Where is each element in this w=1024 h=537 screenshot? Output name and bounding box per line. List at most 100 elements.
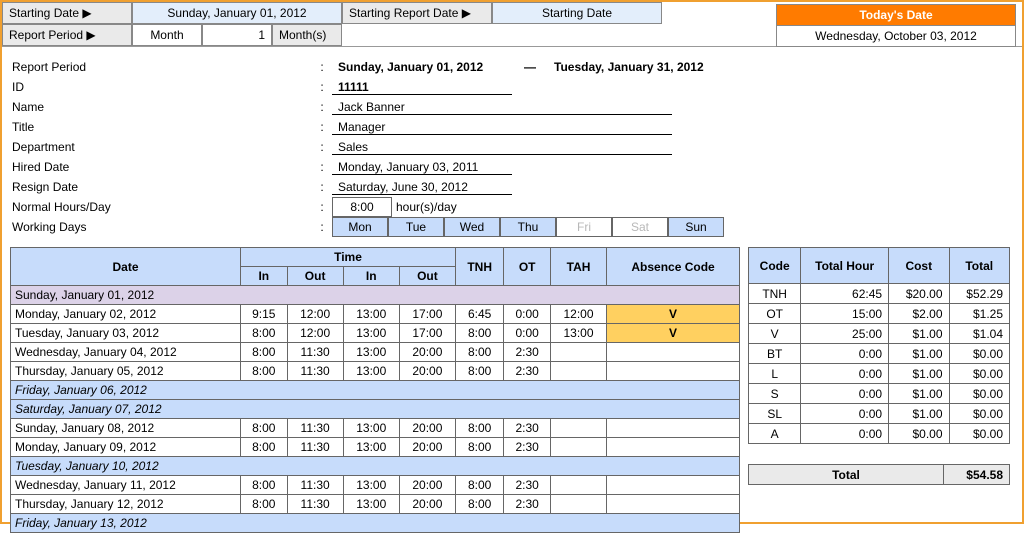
- cell[interactable]: Wednesday, January 11, 2012: [11, 476, 241, 495]
- name-label: Name: [12, 100, 312, 114]
- cell[interactable]: [607, 343, 740, 362]
- th-out2: Out: [399, 267, 455, 286]
- report-period-end: Tuesday, January 31, 2012: [548, 60, 728, 74]
- cell[interactable]: 20:00: [399, 438, 455, 457]
- day-wed-button[interactable]: Wed: [444, 217, 500, 237]
- cell[interactable]: 8:00: [241, 495, 288, 514]
- cell[interactable]: 20:00: [399, 476, 455, 495]
- cell[interactable]: 2:30: [504, 419, 551, 438]
- cell[interactable]: [550, 419, 606, 438]
- cell[interactable]: 2:30: [504, 362, 551, 381]
- normal-hours-value[interactable]: 8:00: [332, 197, 392, 217]
- cell[interactable]: 20:00: [399, 362, 455, 381]
- cell[interactable]: 13:00: [343, 305, 399, 324]
- cell[interactable]: 13:00: [343, 495, 399, 514]
- table-row: Wednesday, January 04, 20128:0011:3013:0…: [11, 343, 740, 362]
- cell[interactable]: 11:30: [287, 476, 343, 495]
- cell[interactable]: 13:00: [343, 343, 399, 362]
- cell[interactable]: V: [607, 305, 740, 324]
- cell[interactable]: [607, 362, 740, 381]
- cell[interactable]: 20:00: [399, 419, 455, 438]
- cell[interactable]: [550, 362, 606, 381]
- day-sun-button[interactable]: Sun: [668, 217, 724, 237]
- cell[interactable]: 2:30: [504, 438, 551, 457]
- cell[interactable]: 13:00: [550, 324, 606, 343]
- cell[interactable]: Thursday, January 05, 2012: [11, 362, 241, 381]
- cell[interactable]: 8:00: [455, 343, 503, 362]
- cell[interactable]: Wednesday, January 04, 2012: [11, 343, 241, 362]
- day-mon-button[interactable]: Mon: [332, 217, 388, 237]
- cell[interactable]: 11:30: [287, 419, 343, 438]
- cell[interactable]: 6:45: [455, 305, 503, 324]
- cell[interactable]: Monday, January 02, 2012: [11, 305, 241, 324]
- cell[interactable]: 11:30: [287, 438, 343, 457]
- cell[interactable]: 17:00: [399, 324, 455, 343]
- title-value[interactable]: Manager: [332, 120, 672, 135]
- starting-date-value[interactable]: Sunday, January 01, 2012: [132, 2, 342, 24]
- name-value[interactable]: Jack Banner: [332, 100, 672, 115]
- cell[interactable]: 8:00: [455, 419, 503, 438]
- cell[interactable]: Thursday, January 12, 2012: [11, 495, 241, 514]
- today-date-header: Today's Date: [776, 4, 1016, 26]
- cell[interactable]: [607, 419, 740, 438]
- cell[interactable]: 8:00: [241, 324, 288, 343]
- cell[interactable]: 2:30: [504, 476, 551, 495]
- resign-date-value[interactable]: Saturday, June 30, 2012: [332, 180, 512, 195]
- cell[interactable]: [607, 495, 740, 514]
- th-tnh: TNH: [455, 248, 503, 286]
- cell: OT: [749, 304, 801, 324]
- cell: 0:00: [801, 344, 889, 364]
- cell[interactable]: 13:00: [343, 419, 399, 438]
- cell[interactable]: 8:00: [241, 343, 288, 362]
- cell[interactable]: 13:00: [343, 476, 399, 495]
- cell[interactable]: 12:00: [287, 324, 343, 343]
- cell[interactable]: 8:00: [455, 362, 503, 381]
- cell[interactable]: 12:00: [550, 305, 606, 324]
- cell[interactable]: 11:30: [287, 495, 343, 514]
- cell[interactable]: [550, 343, 606, 362]
- cell[interactable]: 0:00: [504, 324, 551, 343]
- cell[interactable]: 8:00: [241, 476, 288, 495]
- department-value[interactable]: Sales: [332, 140, 672, 155]
- report-period-number[interactable]: 1: [202, 24, 272, 46]
- day-fri-button[interactable]: Fri: [556, 217, 612, 237]
- cell[interactable]: [550, 495, 606, 514]
- cell[interactable]: [550, 476, 606, 495]
- cell[interactable]: 13:00: [343, 438, 399, 457]
- cell[interactable]: 2:30: [504, 343, 551, 362]
- cell[interactable]: Sunday, January 08, 2012: [11, 419, 241, 438]
- cell[interactable]: [607, 438, 740, 457]
- cell[interactable]: [550, 438, 606, 457]
- cell[interactable]: 8:00: [241, 362, 288, 381]
- title-label: Title: [12, 120, 312, 134]
- cell[interactable]: 8:00: [455, 438, 503, 457]
- cell[interactable]: 8:00: [455, 476, 503, 495]
- report-period-unit[interactable]: Month: [132, 24, 202, 46]
- day-sat-button[interactable]: Sat: [612, 217, 668, 237]
- cell[interactable]: 13:00: [343, 324, 399, 343]
- cell[interactable]: 11:30: [287, 343, 343, 362]
- cell[interactable]: V: [607, 324, 740, 343]
- off-day-cell: Friday, January 13, 2012: [11, 514, 740, 533]
- cell[interactable]: 8:00: [455, 324, 503, 343]
- cell[interactable]: 17:00: [399, 305, 455, 324]
- cell[interactable]: 13:00: [343, 362, 399, 381]
- cell[interactable]: Tuesday, January 03, 2012: [11, 324, 241, 343]
- id-value[interactable]: 11111: [332, 80, 512, 95]
- day-thu-button[interactable]: Thu: [500, 217, 556, 237]
- hired-date-value[interactable]: Monday, January 03, 2011: [332, 160, 512, 175]
- cell[interactable]: 20:00: [399, 343, 455, 362]
- starting-report-date-value[interactable]: Starting Date: [492, 2, 662, 24]
- cell[interactable]: 9:15: [241, 305, 288, 324]
- cell[interactable]: 8:00: [241, 419, 288, 438]
- cell[interactable]: Monday, January 09, 2012: [11, 438, 241, 457]
- cell[interactable]: 8:00: [455, 495, 503, 514]
- cell[interactable]: 20:00: [399, 495, 455, 514]
- cell[interactable]: 0:00: [504, 305, 551, 324]
- day-tue-button[interactable]: Tue: [388, 217, 444, 237]
- cell[interactable]: 11:30: [287, 362, 343, 381]
- cell[interactable]: 8:00: [241, 438, 288, 457]
- cell[interactable]: 2:30: [504, 495, 551, 514]
- cell[interactable]: [607, 476, 740, 495]
- cell[interactable]: 12:00: [287, 305, 343, 324]
